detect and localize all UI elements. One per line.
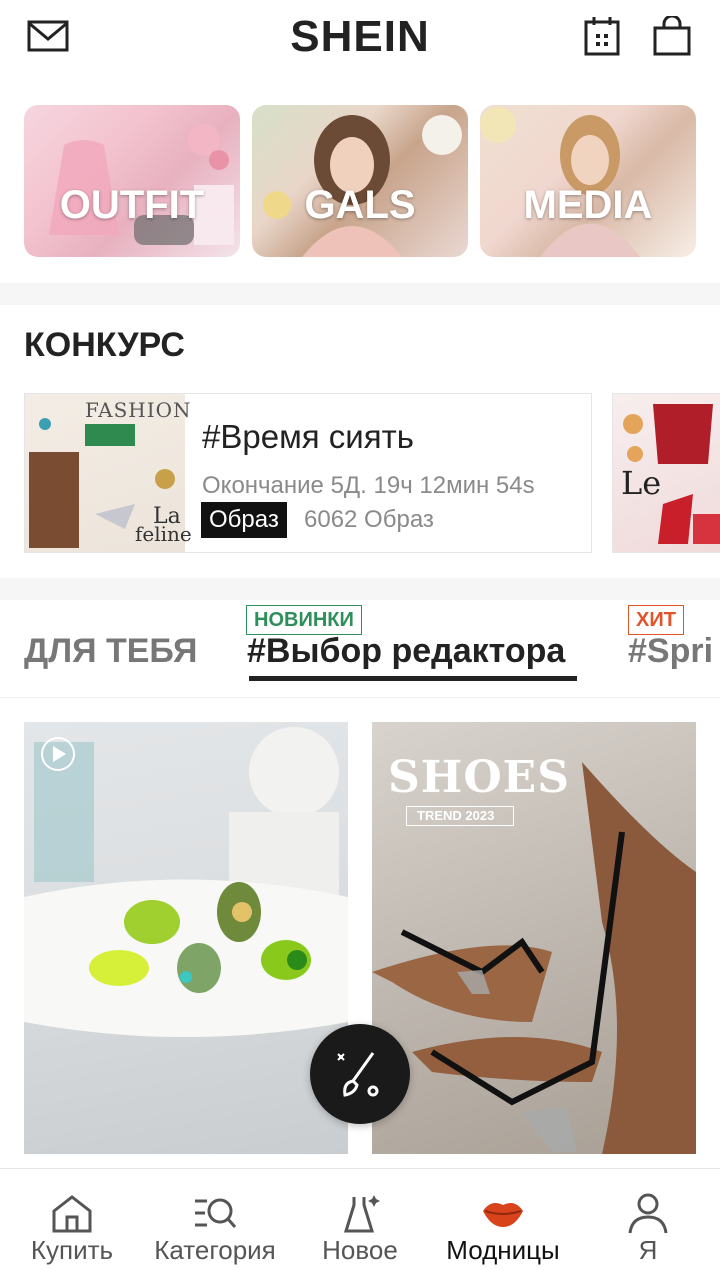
section-divider [0, 578, 720, 600]
tab-spring[interactable]: #Spri [628, 632, 713, 671]
calendar-icon[interactable] [578, 12, 626, 60]
tabs-divider [0, 697, 720, 698]
active-tab-indicator [249, 676, 577, 681]
lips-icon [483, 1203, 523, 1227]
contest-entry-count: 6062 Образ [304, 506, 434, 533]
create-post-button[interactable] [310, 1024, 410, 1124]
contest-thumb-text-feline: feline [135, 522, 192, 546]
category-tile-outfit[interactable]: OUTFIT [24, 105, 240, 257]
nav-item-category[interactable]: Категория [143, 1169, 287, 1270]
nav-item-shop[interactable]: Купить [12, 1169, 132, 1270]
shoes-promo-title: SHOES [388, 752, 570, 803]
category-label-gals: GALS [304, 183, 416, 227]
nav-label-new: Новое [322, 1235, 398, 1265]
contest-thumbnail: FASHION La feline [25, 394, 192, 552]
new-tag-badge: НОВИНКИ [246, 605, 362, 635]
category-search-icon [195, 1198, 237, 1228]
contest-card[interactable]: FASHION La feline #Время сиять Окончание… [24, 393, 592, 553]
feed-card-rings[interactable] [24, 722, 348, 1154]
app-screen: SHEIN OUTFIT GALS MEDIA КОНКУРС FASHION … [0, 0, 720, 1270]
dress-sparkle-icon [343, 1195, 380, 1233]
contest-card-next[interactable]: Le [612, 393, 720, 553]
nav-label-trendsetters: Модницы [446, 1235, 560, 1265]
nav-item-me[interactable]: Я [598, 1169, 698, 1270]
nav-label-category: Категория [154, 1235, 276, 1265]
nav-item-trendsetters[interactable]: Модницы [436, 1169, 570, 1270]
contest-timer: Окончание 5Д. 19ч 12мин 54s [202, 472, 535, 499]
category-label-outfit: OUTFIT [59, 183, 205, 227]
contest-badge: Образ [201, 502, 287, 538]
contest-next-text: Le [621, 464, 662, 502]
hit-tag-badge: ХИТ [628, 605, 684, 635]
tab-for-you[interactable]: ДЛЯ ТЕБЯ [24, 632, 197, 671]
shopping-bag-icon[interactable] [648, 12, 696, 60]
category-tile-media[interactable]: MEDIA [480, 105, 696, 257]
nav-label-shop: Купить [30, 1235, 114, 1265]
header: SHEIN [0, 0, 720, 76]
section-divider [0, 283, 720, 305]
contest-section-title: КОНКУРС [24, 326, 185, 364]
nav-label-me: Я [638, 1235, 658, 1265]
category-tile-gals[interactable]: GALS [252, 105, 468, 257]
feed-card-shoes[interactable]: SHOES TREND 2023 [372, 722, 696, 1154]
brush-sparkle-icon [337, 1052, 379, 1097]
category-label-media: MEDIA [523, 183, 653, 227]
profile-icon [628, 1193, 668, 1234]
tab-editors-choice[interactable]: #Выбор редактора [247, 632, 565, 671]
bottom-navigation: Купить Категория Новое Модницы Я [0, 1168, 720, 1270]
contest-title: #Время сиять [202, 418, 414, 455]
nav-item-new[interactable]: Новое [300, 1169, 420, 1270]
contest-thumb-text-fashion: FASHION [85, 398, 192, 422]
home-icon [52, 1195, 92, 1233]
shoes-trend-label: TREND 2023 [406, 806, 514, 826]
